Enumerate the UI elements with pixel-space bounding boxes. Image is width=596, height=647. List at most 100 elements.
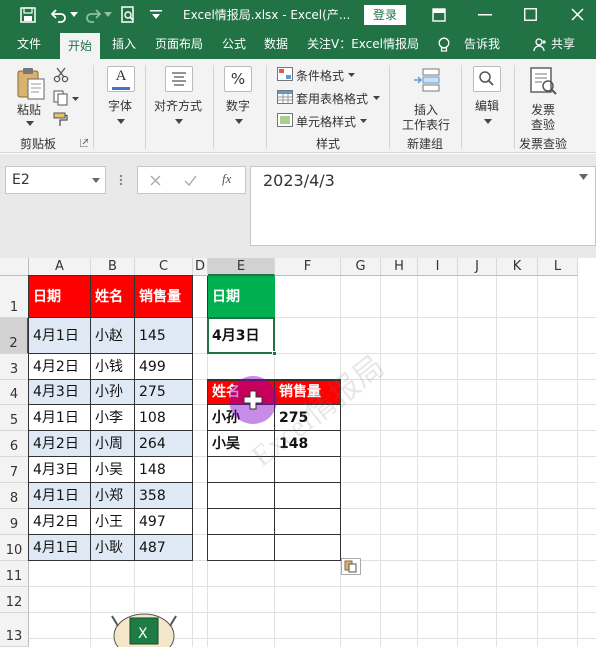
copy-dropdown-icon[interactable] xyxy=(72,97,79,101)
login-button[interactable]: 登录 xyxy=(364,5,406,25)
paste-label[interactable]: 粘贴 xyxy=(17,101,41,118)
table-format-dropdown-icon[interactable] xyxy=(373,96,380,100)
row-header-11[interactable]: 11 xyxy=(0,561,29,587)
table1-data-cell[interactable]: 4月3日 xyxy=(29,457,91,483)
print-preview-icon[interactable] xyxy=(120,6,136,24)
table1-data-cell[interactable]: 小耿 xyxy=(91,535,135,561)
table1-data-cell[interactable]: 小赵 xyxy=(91,318,135,354)
table1-data-cell[interactable]: 4月2日 xyxy=(29,431,91,457)
column-header-h[interactable]: H xyxy=(381,258,418,276)
undo-icon[interactable] xyxy=(51,7,67,23)
table1-header-cell[interactable]: 姓名 xyxy=(91,276,135,318)
invoice-check-icon[interactable] xyxy=(528,66,558,96)
table1-data-cell[interactable]: 小吴 xyxy=(91,457,135,483)
tab-insert[interactable]: 插入 xyxy=(112,30,136,59)
column-header-a[interactable]: A xyxy=(29,258,91,276)
conditional-format-dropdown-icon[interactable] xyxy=(348,73,355,77)
insert-function-button[interactable]: fx xyxy=(222,171,231,187)
table-format-button[interactable]: 套用表格格式 xyxy=(296,90,368,107)
row-header-6[interactable]: 6 xyxy=(0,431,29,457)
table1-data-cell[interactable]: 487 xyxy=(135,535,193,561)
redo-icon[interactable] xyxy=(85,7,101,23)
table1-data-cell[interactable]: 264 xyxy=(135,431,193,457)
table1-data-cell[interactable]: 497 xyxy=(135,509,193,535)
fill-handle[interactable] xyxy=(272,351,277,356)
table1-header-cell[interactable]: 日期 xyxy=(29,276,91,318)
customize-toolbar-icon[interactable] xyxy=(150,10,162,20)
column-header-g[interactable]: G xyxy=(341,258,381,276)
font-icon[interactable]: A xyxy=(107,66,135,92)
share-user-icon[interactable] xyxy=(533,38,547,52)
result-data-cell[interactable]: 148 xyxy=(275,431,341,457)
result-data-cell[interactable]: 275 xyxy=(275,405,341,431)
row-header-7[interactable]: 7 xyxy=(0,457,29,483)
table1-data-cell[interactable]: 4月2日 xyxy=(29,354,91,380)
alignment-icon[interactable] xyxy=(165,66,193,92)
tab-home[interactable]: 开始 xyxy=(60,33,101,59)
copy-icon[interactable] xyxy=(53,90,69,106)
column-header-c[interactable]: C xyxy=(135,258,193,276)
format-painter-icon[interactable] xyxy=(53,112,69,128)
share-button[interactable]: 共享 xyxy=(551,30,575,59)
row-header-10[interactable]: 10 xyxy=(0,535,29,561)
table1-data-cell[interactable]: 499 xyxy=(135,354,193,380)
paste-options-icon[interactable] xyxy=(341,558,361,575)
table1-data-cell[interactable]: 148 xyxy=(135,457,193,483)
tab-file[interactable]: 文件 xyxy=(17,30,41,59)
ribbon-display-icon[interactable] xyxy=(432,8,446,22)
invoice-label-line2[interactable]: 查验 xyxy=(531,116,555,133)
row-header-13[interactable]: 13 xyxy=(0,613,29,647)
table1-data-cell[interactable]: 小王 xyxy=(91,509,135,535)
row-header-4[interactable]: 4 xyxy=(0,380,29,405)
tell-me-search[interactable]: 告诉我 xyxy=(464,30,500,59)
formula-input[interactable]: 2023/4/3 xyxy=(250,166,596,246)
table1-data-cell[interactable]: 358 xyxy=(135,483,193,509)
select-all-corner[interactable] xyxy=(0,258,29,276)
enter-icon[interactable] xyxy=(184,175,197,186)
cell-style-icon[interactable] xyxy=(277,113,293,127)
table1-data-cell[interactable]: 4月1日 xyxy=(29,405,91,431)
insert-row-icon[interactable] xyxy=(413,67,441,93)
tab-page-layout[interactable]: 页面布局 xyxy=(155,30,203,59)
table1-data-cell[interactable]: 4月1日 xyxy=(29,318,91,354)
cell-style-button[interactable]: 单元格样式 xyxy=(296,113,356,130)
conditional-format-icon[interactable] xyxy=(277,67,293,81)
minimize-icon[interactable] xyxy=(478,14,492,16)
table1-data-cell[interactable]: 4月2日 xyxy=(29,509,91,535)
column-header-j[interactable]: J xyxy=(458,258,497,276)
row-header-5[interactable]: 5 xyxy=(0,405,29,431)
edit-label[interactable]: 编辑 xyxy=(475,97,499,114)
row-header-3[interactable]: 3 xyxy=(0,354,29,380)
tab-follow[interactable]: 关注V：Excel情报局 xyxy=(307,30,419,59)
tab-formulas[interactable]: 公式 xyxy=(222,30,246,59)
result-data-cell[interactable]: 小孙 xyxy=(208,405,275,431)
row-header-1[interactable]: 1 xyxy=(0,276,29,318)
dialog-launcher-icon[interactable] xyxy=(80,139,88,147)
cut-icon[interactable] xyxy=(53,67,69,83)
criteria-value-cell[interactable]: 4月3日 xyxy=(208,318,275,354)
result-header-cell[interactable]: 姓名 xyxy=(208,380,275,405)
criteria-header-cell[interactable]: 日期 xyxy=(208,276,275,318)
conditional-format-button[interactable]: 条件格式 xyxy=(296,67,344,84)
close-icon[interactable] xyxy=(571,8,584,21)
table1-data-cell[interactable]: 275 xyxy=(135,380,193,405)
result-data-cell[interactable]: 小吴 xyxy=(208,431,275,457)
number-dropdown-icon[interactable] xyxy=(235,119,243,124)
tab-data[interactable]: 数据 xyxy=(264,30,288,59)
paste-dropdown-icon[interactable] xyxy=(26,121,34,126)
table1-data-cell[interactable]: 小周 xyxy=(91,431,135,457)
save-icon[interactable] xyxy=(20,7,36,23)
table1-data-cell[interactable]: 145 xyxy=(135,318,193,354)
spreadsheet-grid[interactable]: A B C D E F G H I J K L 1 2 3 4 5 6 7 8 9 10 11 12 13 日期 姓名 销售量 4月1日… xyxy=(0,258,596,647)
name-box-dropdown-icon[interactable] xyxy=(92,178,100,183)
table1-data-cell[interactable]: 小郑 xyxy=(91,483,135,509)
cancel-icon[interactable] xyxy=(150,175,161,186)
table-format-icon[interactable] xyxy=(277,90,293,104)
edit-dropdown-icon[interactable] xyxy=(484,119,492,124)
insert-label-line2[interactable]: 工作表行 xyxy=(402,116,450,133)
alignment-label[interactable]: 对齐方式 xyxy=(154,97,202,114)
table1-header-cell[interactable]: 销售量 xyxy=(135,276,193,318)
row-header-12[interactable]: 12 xyxy=(0,587,29,613)
expand-formula-icon[interactable] xyxy=(579,174,588,180)
font-dropdown-icon[interactable] xyxy=(117,119,125,124)
